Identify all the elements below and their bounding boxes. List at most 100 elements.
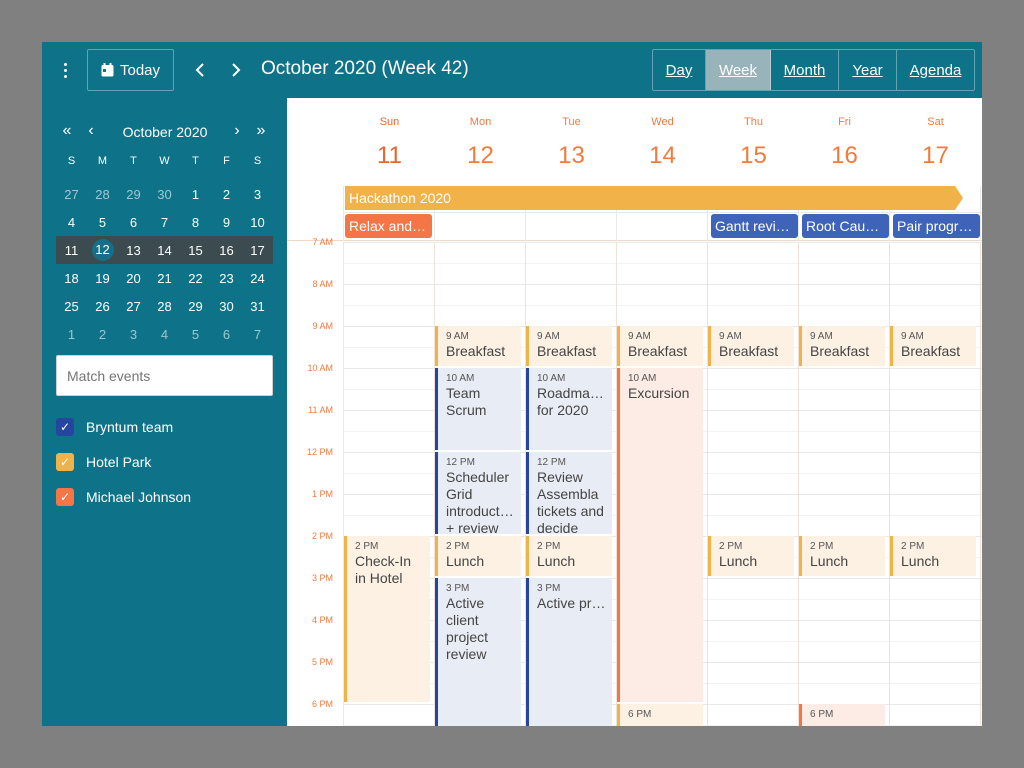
day-header[interactable]: Fri 16 (799, 98, 890, 186)
day-header[interactable]: Sun 11 (344, 98, 435, 186)
all-day-event-relax[interactable]: Relax and… (345, 214, 432, 238)
mini-calendar-day[interactable]: 11 (56, 243, 87, 258)
mini-calendar-day[interactable]: 5 (87, 215, 118, 230)
mini-calendar-day[interactable]: 27 (56, 187, 87, 202)
day-header[interactable]: Wed 14 (617, 98, 708, 186)
mini-calendar-day[interactable]: 6 (118, 215, 149, 230)
mini-calendar-day[interactable]: 19 (87, 271, 118, 286)
day-header[interactable]: Mon 12 (435, 98, 526, 186)
next-year-icon[interactable]: » (252, 122, 270, 140)
mini-calendar-day[interactable]: 23 (211, 271, 242, 286)
mini-calendar-day[interactable]: 4 (149, 327, 180, 342)
mini-calendar-day[interactable]: 2 (211, 187, 242, 202)
event-check-in-hotel[interactable]: 2 PM Check-In in Hotel (344, 536, 430, 702)
event-name: Active client project review (446, 595, 489, 662)
day-header[interactable]: Thu 15 (708, 98, 799, 186)
mini-calendar-day[interactable]: 29 (180, 299, 211, 314)
mini-calendar-day[interactable]: 22 (180, 271, 211, 286)
event-6pm[interactable]: 6 PM (799, 704, 885, 726)
mini-calendar-day[interactable]: 4 (56, 215, 87, 230)
mini-calendar-day[interactable]: 7 (242, 327, 273, 342)
event-team-scrum[interactable]: 10 AM Team Scrum (435, 368, 521, 450)
checkbox-checked-icon[interactable]: ✓ (56, 453, 74, 471)
resource-filter-bryntum-team[interactable]: ✓ Bryntum team (56, 418, 173, 436)
event-excursion[interactable]: 10 AM Excursion (617, 368, 703, 702)
mini-calendar-day[interactable]: 3 (242, 187, 273, 202)
checkbox-checked-icon[interactable]: ✓ (56, 418, 74, 436)
day-header[interactable]: Sat 17 (890, 98, 981, 186)
mini-calendar-day[interactable]: 24 (242, 271, 273, 286)
event-breakfast[interactable]: 9 AM Breakfast (890, 326, 976, 366)
mini-calendar-day[interactable]: 20 (118, 271, 149, 286)
mini-calendar-day[interactable]: 21 (149, 271, 180, 286)
mini-calendar-day[interactable]: 28 (149, 299, 180, 314)
mini-calendar-day[interactable]: 26 (87, 299, 118, 314)
mini-calendar-day[interactable]: 29 (118, 187, 149, 202)
mini-calendar-day[interactable]: 8 (180, 215, 211, 230)
event-scheduler-grid[interactable]: 12 PM Scheduler Grid introduct… + review (435, 452, 521, 534)
all-day-event-hackathon[interactable]: Hackathon 2020 (345, 186, 963, 210)
all-day-event-gantt-review[interactable]: Gantt revi… (711, 214, 798, 238)
day-header[interactable]: Tue 13 (526, 98, 617, 186)
mini-calendar-day[interactable]: 3 (118, 327, 149, 342)
event-breakfast[interactable]: 9 AM Breakfast (435, 326, 521, 366)
event-time: 10 AM (537, 373, 566, 384)
mini-calendar-day[interactable]: 9 (211, 215, 242, 230)
today-button[interactable]: Today (87, 49, 174, 91)
event-lunch[interactable]: 2 PM Lunch (526, 536, 612, 576)
event-active-client-review[interactable]: 3 PM Active client project review (435, 578, 521, 726)
mini-calendar-day[interactable]: 1 (180, 187, 211, 202)
all-day-event-pair-programming[interactable]: Pair progr… (893, 214, 980, 238)
view-day-button[interactable]: Day (653, 50, 706, 90)
previous-period-icon[interactable] (188, 54, 212, 86)
event-6pm[interactable]: 6 PM (617, 704, 703, 726)
event-lunch[interactable]: 2 PM Lunch (435, 536, 521, 576)
week-header: Sat 17 Fri 16 Thu 15 Wed 14 Tue 13 Mon 12 Sun 11 Hack… (287, 98, 982, 241)
event-breakfast[interactable]: 9 AM Breakfast (708, 326, 794, 366)
mini-calendar-day[interactable]: 12 (87, 239, 118, 261)
event-breakfast[interactable]: 9 AM Breakfast (799, 326, 885, 366)
mini-calendar-day[interactable]: 18 (56, 271, 87, 286)
next-period-icon[interactable] (224, 54, 248, 86)
event-lunch[interactable]: 2 PM Lunch (708, 536, 794, 576)
event-breakfast[interactable]: 9 AM Breakfast (617, 326, 703, 366)
previous-year-icon[interactable]: « (58, 122, 76, 140)
resource-filter-michael-johnson[interactable]: ✓ Michael Johnson (56, 488, 191, 506)
mini-calendar-day[interactable]: 25 (56, 299, 87, 314)
all-day-event-root-cause[interactable]: Root Cau… (802, 214, 889, 238)
mini-calendar-day[interactable]: 30 (211, 299, 242, 314)
mini-calendar-day[interactable]: 6 (211, 327, 242, 342)
event-breakfast[interactable]: 9 AM Breakfast (526, 326, 612, 366)
mini-calendar-day[interactable]: 31 (242, 299, 273, 314)
view-week-button[interactable]: Week (706, 50, 771, 90)
mini-calendar-day[interactable]: 14 (149, 243, 180, 258)
checkbox-checked-icon[interactable]: ✓ (56, 488, 74, 506)
event-review-assembla[interactable]: 12 PM Review Assembla tickets and decide (526, 452, 612, 534)
event-time: 10 AM (628, 373, 657, 384)
mini-calendar-day[interactable]: 13 (118, 243, 149, 258)
mini-calendar-day[interactable]: 10 (242, 215, 273, 230)
event-lunch[interactable]: 2 PM Lunch (799, 536, 885, 576)
view-agenda-button[interactable]: Agenda (897, 50, 974, 90)
next-month-icon[interactable]: › (228, 122, 246, 140)
mini-calendar-day[interactable]: 15 (180, 243, 211, 258)
mini-calendar-day[interactable]: 30 (149, 187, 180, 202)
previous-month-icon[interactable]: ‹ (82, 122, 100, 140)
mini-calendar-day[interactable]: 7 (149, 215, 180, 230)
mini-calendar-day[interactable]: 28 (87, 187, 118, 202)
match-events-input[interactable] (56, 355, 273, 396)
more-menu-icon[interactable] (54, 58, 76, 82)
mini-calendar-day[interactable]: 17 (242, 243, 273, 258)
mini-calendar-day[interactable]: 2 (87, 327, 118, 342)
mini-calendar-day[interactable]: 5 (180, 327, 211, 342)
event-active-program[interactable]: 3 PM Active program… (526, 578, 612, 726)
event-roadmap[interactable]: 10 AM Roadma… for 2020 (526, 368, 612, 450)
resource-filter-hotel-park[interactable]: ✓ Hotel Park (56, 453, 151, 471)
mini-calendar-day[interactable]: 16 (211, 243, 242, 258)
view-month-button[interactable]: Month (771, 50, 839, 90)
mini-calendar-day[interactable]: 27 (118, 299, 149, 314)
mini-calendar-day[interactable]: 1 (56, 327, 87, 342)
day-number: 14 (649, 142, 676, 169)
event-lunch[interactable]: 2 PM Lunch (890, 536, 976, 576)
view-year-button[interactable]: Year (839, 50, 897, 90)
